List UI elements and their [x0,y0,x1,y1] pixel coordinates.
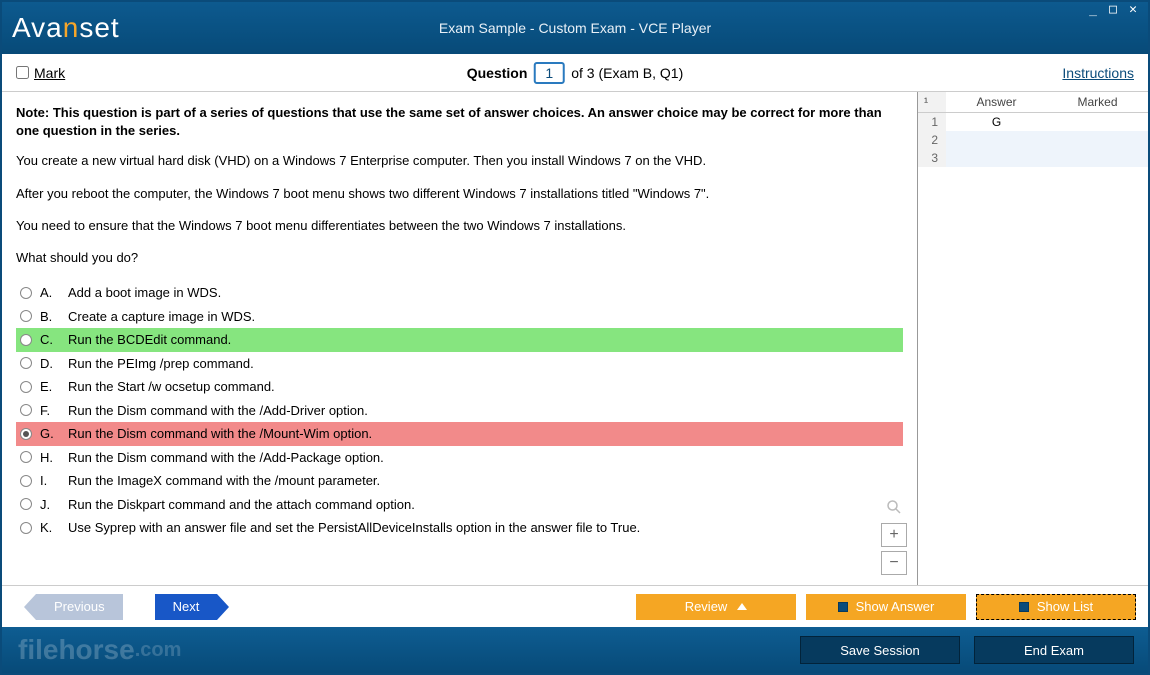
instructions-link[interactable]: Instructions [1062,65,1134,81]
col-answer: Answer [946,92,1047,113]
answer-row[interactable]: 3 [918,149,1148,167]
square-icon [1019,602,1029,612]
answer-choice-k[interactable]: K.Use Syprep with an answer file and set… [16,516,903,540]
radio-icon[interactable] [20,522,32,534]
next-button[interactable]: Next [155,594,218,620]
col-marked: Marked [1047,92,1148,113]
question-note: Note: This question is part of a series … [16,104,903,140]
radio-icon[interactable] [20,381,32,393]
radio-icon[interactable] [20,428,32,440]
answer-row[interactable]: 2 [918,131,1148,149]
question-of-text: of 3 (Exam B, Q1) [571,65,683,81]
radio-icon[interactable] [20,404,32,416]
minimize-icon[interactable]: _ [1084,4,1102,18]
watermark-text: filehorse.com [18,634,181,666]
title-bar: Avanset Exam Sample - Custom Exam - VCE … [2,2,1148,54]
search-icon[interactable] [881,495,907,519]
question-para: You need to ensure that the Windows 7 bo… [16,217,903,235]
answer-choice-g[interactable]: G.Run the Dism command with the /Mount-W… [16,422,903,446]
end-exam-button[interactable]: End Exam [974,636,1134,664]
close-icon[interactable]: ✕ [1124,4,1142,18]
app-logo: Avanset [12,12,120,44]
previous-button[interactable]: Previous [36,594,123,620]
radio-icon[interactable] [20,334,32,346]
question-prompt: What should you do? [16,249,903,267]
show-list-button[interactable]: Show List [976,594,1136,620]
mark-label[interactable]: Mark [34,65,65,81]
answer-list-panel: ¹ Answer Marked 1G 2 3 [918,92,1148,585]
answer-choice-b[interactable]: B.Create a capture image in WDS. [16,305,903,329]
bottom-bar: filehorse.com Save Session End Exam [2,627,1148,673]
nav-button-bar: Previous Next Review Show Answer Show Li… [2,585,1148,627]
question-para: After you reboot the computer, the Windo… [16,185,903,203]
radio-icon[interactable] [20,357,32,369]
show-answer-button[interactable]: Show Answer [806,594,966,620]
radio-icon[interactable] [20,475,32,487]
radio-icon[interactable] [20,451,32,463]
answer-choice-i[interactable]: I.Run the ImageX command with the /mount… [16,469,903,493]
answer-choice-h[interactable]: H.Run the Dism command with the /Add-Pac… [16,446,903,470]
zoom-out-button[interactable]: − [881,551,907,575]
radio-icon[interactable] [20,498,32,510]
save-session-button[interactable]: Save Session [800,636,960,664]
question-label: Question [467,65,528,81]
radio-icon[interactable] [20,310,32,322]
answer-choice-f[interactable]: F.Run the Dism command with the /Add-Dri… [16,399,903,423]
question-pane: Note: This question is part of a series … [2,92,918,585]
answer-choice-d[interactable]: D.Run the PEImg /prep command. [16,352,903,376]
maximize-icon[interactable]: □ [1104,4,1122,18]
answer-choice-e[interactable]: E.Run the Start /w ocsetup command. [16,375,903,399]
answer-choice-j[interactable]: J.Run the Diskpart command and the attac… [16,493,903,517]
triangle-up-icon [737,603,747,610]
review-button[interactable]: Review [636,594,796,620]
window-title: Exam Sample - Custom Exam - VCE Player [439,20,711,36]
mark-checkbox[interactable] [16,66,29,79]
answer-choice-c[interactable]: C.Run the BCDEdit command. [16,328,903,352]
zoom-in-button[interactable]: + [881,523,907,547]
question-para: You create a new virtual hard disk (VHD)… [16,152,903,170]
answer-row[interactable]: 1G [918,113,1148,132]
answer-choice-a[interactable]: A.Add a boot image in WDS. [16,281,903,305]
col-num: ¹ [918,92,946,113]
radio-icon[interactable] [20,287,32,299]
question-number[interactable]: 1 [533,62,565,84]
square-icon [838,602,848,612]
question-bar: Mark Question 1 of 3 (Exam B, Q1) Instru… [2,54,1148,92]
